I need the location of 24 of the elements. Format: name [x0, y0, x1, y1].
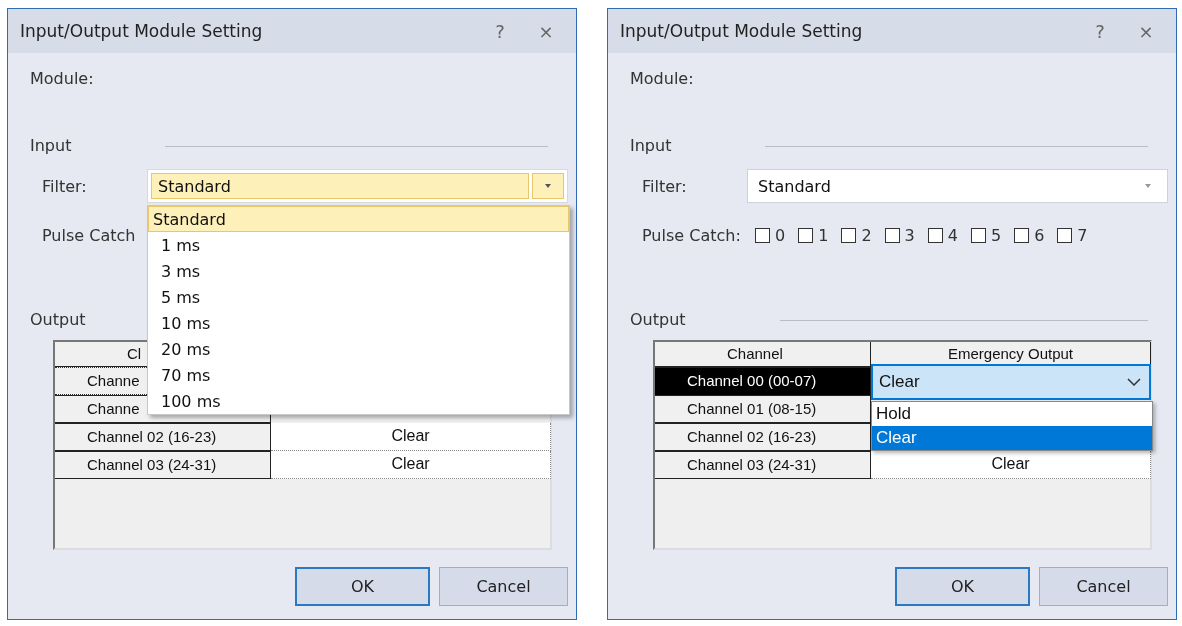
field-label: Pulse Catch: [42, 225, 137, 245]
checkbox-label: 4: [947, 225, 958, 245]
checkbox-label: 2: [861, 225, 872, 245]
checkbox-label: 7: [1077, 225, 1088, 245]
checkbox-label: 3: [904, 225, 915, 245]
section-label: Input: [30, 136, 72, 156]
dialog-title: Input/Output Module Setting: [20, 21, 264, 41]
checkbox-label: 0: [775, 225, 786, 245]
checkbox-label: 6: [1034, 225, 1045, 245]
table-cell: Clear: [271, 451, 551, 479]
table-cell: Clear: [271, 423, 551, 451]
field-label: Filter:: [42, 176, 88, 196]
dialog-title: Input/Output Module Setting: [620, 21, 864, 41]
column-header: Channel: [655, 342, 871, 367]
field-label: Pulse Catch:: [642, 225, 742, 245]
checkbox-label: 1: [818, 225, 829, 245]
section-label: Output: [30, 310, 86, 330]
field-label: Filter:: [642, 176, 688, 196]
table-cell: Clear: [871, 451, 1151, 479]
field-label: Module:: [630, 69, 695, 89]
field-label: Module:: [30, 69, 95, 89]
checkbox-label: 5: [990, 225, 1002, 245]
section-label: Input: [630, 136, 672, 156]
section-label: Output: [630, 310, 686, 330]
